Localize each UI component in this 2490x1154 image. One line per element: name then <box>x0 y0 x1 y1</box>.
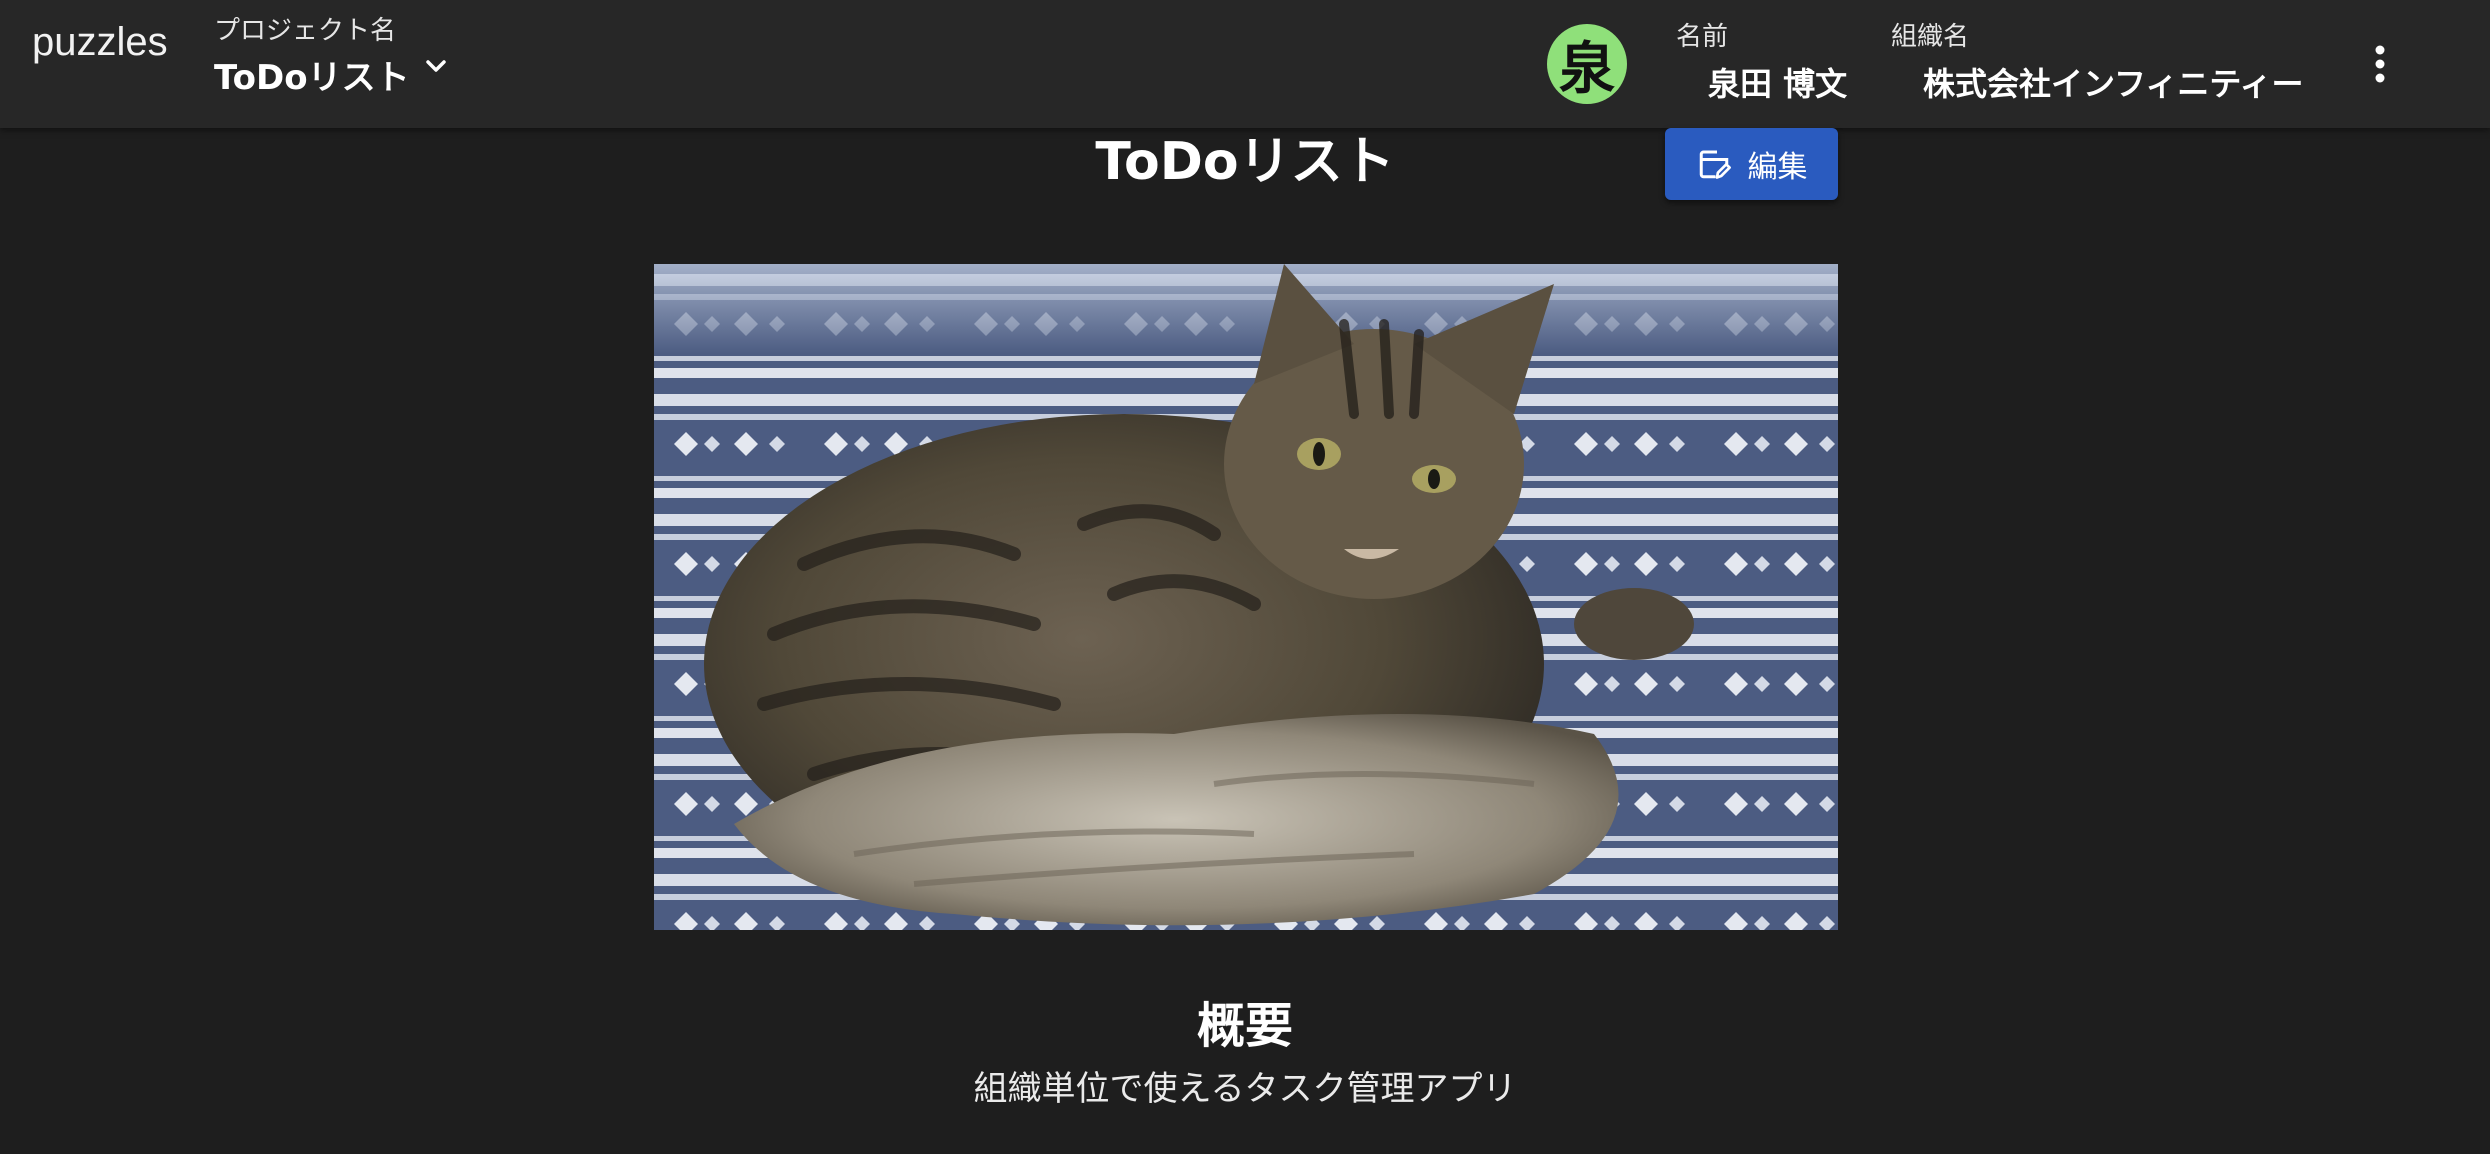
project-image <box>654 264 1838 930</box>
avatar[interactable]: 泉 <box>1547 24 1627 104</box>
edit-note-icon <box>1699 150 1731 179</box>
edit-button[interactable]: 編集 <box>1665 128 1838 200</box>
organization-caption: 組織名 <box>1891 22 1970 52</box>
more-vertical-icon <box>2375 45 2385 83</box>
organization-info: 組織名 株式会社インフィニティー <box>1891 22 2303 102</box>
project-caption: プロジェクト名 <box>214 16 397 46</box>
section-title-overview: 概要 <box>1196 998 1293 1054</box>
section-description: 組織単位で使えるタスク管理アプリ <box>973 1069 1517 1109</box>
project-name[interactable]: ToDoリスト <box>214 60 410 96</box>
user-caption: 名前 <box>1676 22 1729 52</box>
brand-logo[interactable]: puzzles <box>32 20 168 65</box>
more-options-button[interactable] <box>2358 40 2402 88</box>
edit-button-label: 編集 <box>1747 150 1808 185</box>
chevron-down-icon <box>426 60 446 72</box>
page-title: ToDoリスト <box>1095 132 1395 192</box>
user-info: 名前 泉田 博文 <box>1676 22 1847 102</box>
project-selector[interactable]: プロジェクト名 ToDoリスト <box>214 16 410 96</box>
app-bar: puzzles プロジェクト名 ToDoリスト 泉 名前 泉田 博文 組織名 株… <box>0 0 2490 128</box>
organization-name: 株式会社インフィニティー <box>1923 65 2304 103</box>
cat-photo <box>654 264 1838 930</box>
user-name: 泉田 博文 <box>1708 65 1848 103</box>
project-dropdown-button[interactable] <box>414 44 458 88</box>
